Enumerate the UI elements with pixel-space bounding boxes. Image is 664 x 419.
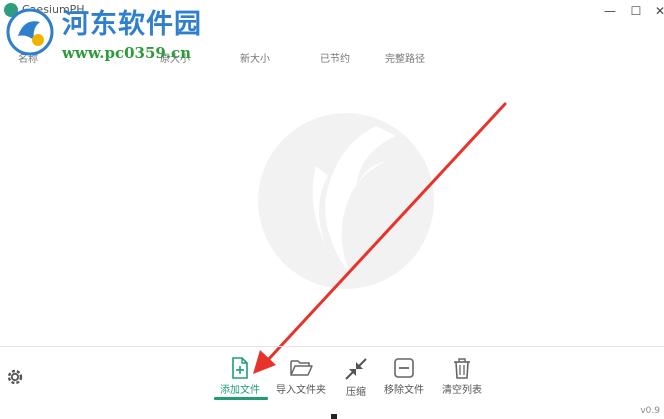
remove-file-label: 移除文件 (384, 385, 424, 396)
watermark-logo-icon (6, 8, 54, 56)
column-saved[interactable]: 已节约 (320, 50, 350, 65)
resize-grip[interactable] (331, 414, 337, 419)
minimize-button[interactable]: — (598, 0, 622, 22)
add-file-icon (232, 357, 248, 379)
toolbar-divider (0, 346, 664, 347)
background-feather-logo-icon (258, 113, 434, 289)
add-file-button[interactable]: 添加文件 (208, 355, 272, 403)
remove-file-button[interactable]: 移除文件 (372, 355, 436, 403)
maximize-button[interactable]: ☐ (624, 0, 648, 22)
compress-arrows-icon (345, 358, 367, 380)
open-folder-icon (290, 360, 313, 376)
add-file-label: 添加文件 (220, 385, 260, 396)
settings-gear-icon[interactable] (6, 368, 24, 386)
remove-minus-icon (394, 358, 414, 378)
trash-icon (454, 358, 470, 379)
column-new-size[interactable]: 新大小 (240, 50, 270, 65)
watermark-url: www.pc0359.cn (62, 44, 192, 62)
watermark-site-name: 河东软件园 (62, 9, 202, 40)
version-label: v0.9 (640, 406, 660, 416)
close-button[interactable]: ✕ (648, 0, 664, 22)
clear-list-label: 清空列表 (442, 385, 482, 396)
clear-list-button[interactable]: 清空列表 (430, 355, 494, 403)
add-file-active-indicator (214, 397, 268, 400)
column-full-path[interactable]: 完整路径 (385, 50, 425, 65)
